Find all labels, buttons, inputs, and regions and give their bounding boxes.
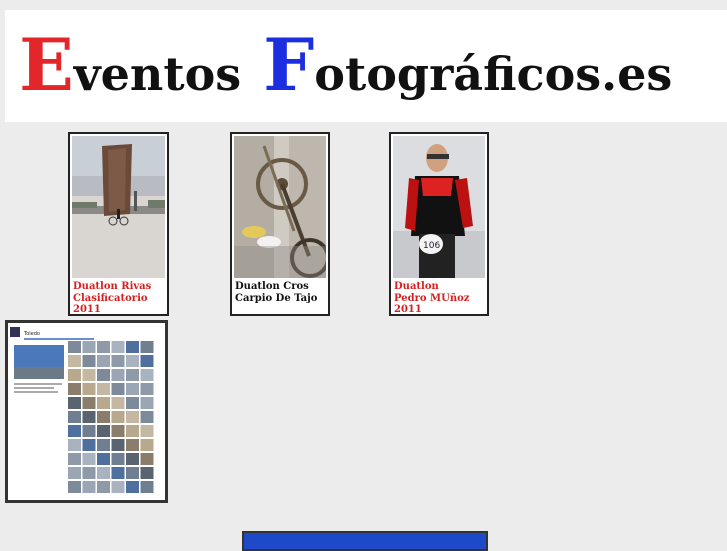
- gallery-mini-photo: [82, 439, 96, 451]
- gallery-mini-photo: [111, 369, 125, 381]
- event-title-line: Carpio De Tajo: [235, 292, 318, 304]
- gallery-mini-photo: [82, 369, 96, 381]
- svg-text:106: 106: [423, 241, 440, 251]
- gallery-mini-photo: [111, 425, 125, 437]
- gallery-mini-photo: [111, 383, 125, 395]
- event-photo-duatlon-cros[interactable]: [234, 136, 326, 278]
- gallery-mini-photo: [82, 453, 96, 465]
- gallery-mini-photo: [68, 467, 81, 479]
- gallery-mini-photo: [68, 369, 81, 381]
- site-banner: Eventos Fotográficos.es: [5, 10, 727, 122]
- gallery-mini-photo: [68, 355, 81, 367]
- gallery-mini-photo: [82, 383, 96, 395]
- gallery-mini-photo: [68, 425, 81, 437]
- gallery-mini-photo: [140, 481, 154, 493]
- event-title-line: Clasificatorio: [73, 292, 148, 304]
- gallery-mini-photo: [68, 481, 81, 493]
- gallery-mini-photo: [126, 411, 139, 423]
- gallery-mini-photo: [140, 341, 154, 353]
- gallery-mini-photo: [97, 467, 110, 479]
- event-caption-duatlon-cros[interactable]: Duatlon Cros Carpio De Tajo: [235, 281, 326, 304]
- gallery-mini-photo: [68, 397, 81, 409]
- event-card-duatlon-cros[interactable]: Duatlon Cros Carpio De Tajo: [230, 132, 330, 316]
- gallery-mini-photo: [82, 397, 96, 409]
- event-photo-duatlon-rivas[interactable]: [72, 136, 165, 278]
- bottom-banner-image[interactable]: [242, 531, 488, 551]
- site-logo[interactable]: Eventos Fotográficos.es: [19, 29, 673, 109]
- gallery-mini-photo: [111, 411, 125, 423]
- gallery-mini-photo: [140, 369, 154, 381]
- gallery-preview-thumbnail[interactable]: Toledo: [5, 320, 168, 503]
- monument-photo: [72, 136, 165, 278]
- logo-word-ventos: ventos: [73, 47, 242, 101]
- gallery-mini-photo: [82, 467, 96, 479]
- gallery-mini-photo: [140, 425, 154, 437]
- gallery-mini-photo: [97, 355, 110, 367]
- muddy-bike-photo: [234, 136, 326, 278]
- gallery-mini-photo: [140, 439, 154, 451]
- gallery-mini-photo: [126, 383, 139, 395]
- gallery-mini-photo: [82, 411, 96, 423]
- gallery-mini-photo: [111, 439, 125, 451]
- gallery-mini-photo: [111, 355, 125, 367]
- gallery-mini-photo: [126, 425, 139, 437]
- athlete-photo: 106: [393, 136, 485, 278]
- gallery-mini-photo: [68, 383, 81, 395]
- gallery-mini-photo: [68, 341, 81, 353]
- gallery-mini-photo: [97, 425, 110, 437]
- gallery-mini-photo: [140, 397, 154, 409]
- event-caption-duatlon-rivas[interactable]: Duatlon Rivas Clasificatorio 2011: [73, 281, 165, 316]
- gallery-mini-photo: [97, 411, 110, 423]
- gallery-mini-photo: [111, 397, 125, 409]
- gallery-mini-photo: [97, 383, 110, 395]
- gallery-mini-photo: [97, 481, 110, 493]
- gallery-album-title: Toledo: [23, 331, 40, 337]
- event-card-duatlon-pedro-munoz[interactable]: 106 Duatlon Pedro MUñoz 2011: [389, 132, 489, 316]
- gallery-mini-photo: [126, 481, 139, 493]
- gallery-mini-photo: [111, 341, 125, 353]
- logo-word-otograficos: otográficos.es: [314, 47, 673, 101]
- gallery-mini-photo: [140, 411, 154, 423]
- event-title-line: Pedro MUñoz: [394, 292, 470, 304]
- gallery-mini-photo: [97, 341, 110, 353]
- gallery-mini-photo: [97, 439, 110, 451]
- gallery-mini-photo: [140, 467, 154, 479]
- gallery-mini-photo: [68, 453, 81, 465]
- logo-initial-e: E: [19, 22, 74, 107]
- event-title-line: 2011: [73, 304, 101, 315]
- gallery-mini-photo: [82, 341, 96, 353]
- gallery-mini-photo: [97, 453, 110, 465]
- gallery-mini-photo: [82, 355, 96, 367]
- gallery-mini-photo: [111, 467, 125, 479]
- gallery-mini-photo: [68, 439, 81, 451]
- event-title-line: 2011: [394, 304, 422, 315]
- gallery-mini-photo: [126, 355, 139, 367]
- event-title-line: Duatlon: [394, 281, 439, 292]
- gallery-mini-photo: [140, 383, 154, 395]
- event-photo-duatlon-pedro-munoz[interactable]: 106: [393, 136, 485, 278]
- gallery-mini-photo: [126, 467, 139, 479]
- event-title-line: Duatlon Rivas: [73, 281, 152, 292]
- gallery-mini-photo: [82, 425, 96, 437]
- gallery-mini-photo: [111, 481, 125, 493]
- gallery-mini-photo: [140, 355, 154, 367]
- gallery-mini-photo: [82, 481, 96, 493]
- gallery-mini-photo: [126, 397, 139, 409]
- event-caption-duatlon-pedro-munoz[interactable]: Duatlon Pedro MUñoz 2011: [394, 281, 485, 316]
- gallery-mini-photo: [140, 453, 154, 465]
- gallery-mini-photo: [126, 369, 139, 381]
- gallery-mini-photo: [111, 453, 125, 465]
- gallery-mini-photo: [68, 411, 81, 423]
- gallery-mini-photo: [97, 397, 110, 409]
- gallery-mini-photo: [126, 453, 139, 465]
- event-title-line: Duatlon Cros: [235, 281, 309, 292]
- logo-initial-f: F: [263, 22, 315, 107]
- gallery-mini-photo: [97, 369, 110, 381]
- gallery-screenshot-image: Toledo: [8, 323, 165, 500]
- event-card-duatlon-rivas[interactable]: Duatlon Rivas Clasificatorio 2011: [68, 132, 169, 316]
- gallery-mini-photo: [126, 341, 139, 353]
- gallery-mini-photo: [126, 439, 139, 451]
